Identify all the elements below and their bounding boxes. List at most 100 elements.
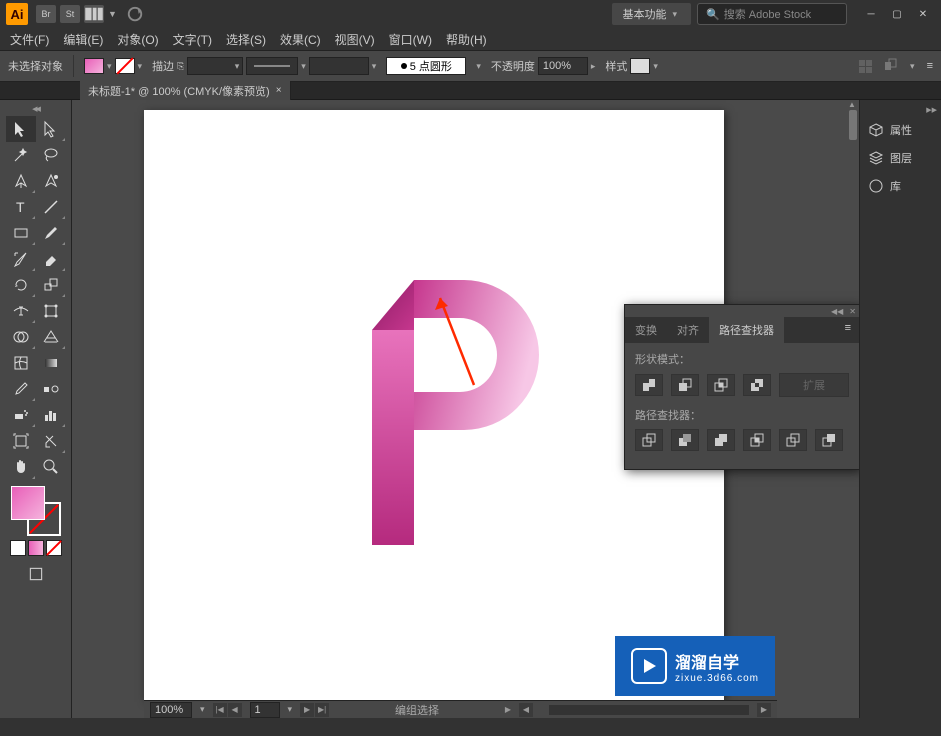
menu-window[interactable]: 窗口(W) <box>383 29 438 50</box>
expand-icon[interactable]: ▶▶ <box>860 106 941 116</box>
chevron-right-icon[interactable]: ▸ <box>591 61 596 72</box>
variable-width-dropdown[interactable]: 5 点圆形 <box>386 57 466 75</box>
horizontal-scrollbar[interactable] <box>549 705 749 715</box>
minimize-button[interactable]: ─ <box>859 6 883 22</box>
panel-menu-icon[interactable]: ≡ <box>837 317 859 343</box>
menu-edit[interactable]: 编辑(E) <box>57 29 109 50</box>
type-tool[interactable]: T <box>6 194 36 220</box>
canvas[interactable]: ▲ ◀◀ ✕ 变换 对齐 路径查找器 ≡ 形状模式： <box>72 100 859 718</box>
menu-file[interactable]: 文件(F) <box>4 29 55 50</box>
arrange-icon[interactable] <box>84 5 104 23</box>
panel-libraries[interactable]: 库 <box>860 172 941 200</box>
panel-layers[interactable]: 图层 <box>860 144 941 172</box>
minus-front-button[interactable] <box>671 374 699 396</box>
column-graph-tool[interactable] <box>36 402 66 428</box>
eyedropper-tool[interactable] <box>6 376 36 402</box>
artboard-tool[interactable] <box>6 428 36 454</box>
document-tab[interactable]: 未标题-1* @ 100% (CMYK/像素预览) × <box>80 81 291 101</box>
paintbrush-tool[interactable] <box>36 220 66 246</box>
stroke-weight-input[interactable]: ▾ <box>187 57 243 75</box>
last-artboard-button[interactable]: ▶| <box>315 703 329 717</box>
shape-builder-tool[interactable] <box>6 324 36 350</box>
curvature-tool[interactable] <box>36 168 66 194</box>
tab-transform[interactable]: 变换 <box>625 317 667 343</box>
next-artboard-button[interactable]: ▶ <box>300 703 314 717</box>
intersect-button[interactable] <box>707 374 735 396</box>
expand-button[interactable]: 扩展 <box>779 373 849 397</box>
direct-selection-tool[interactable] <box>36 116 66 142</box>
zoom-input[interactable] <box>150 702 192 718</box>
line-tool[interactable] <box>36 194 66 220</box>
scale-tool[interactable] <box>36 272 66 298</box>
panel-collapse-icon[interactable]: ◀◀ <box>831 307 843 316</box>
gradient-mode-icon[interactable] <box>28 540 44 556</box>
transform-icon[interactable] <box>884 58 898 75</box>
first-artboard-button[interactable]: |◀ <box>213 703 227 717</box>
artboard-number-input[interactable] <box>250 702 280 718</box>
magic-wand-tool[interactable] <box>6 142 36 168</box>
align-icon[interactable] <box>859 60 872 73</box>
perspective-grid-tool[interactable] <box>36 324 66 350</box>
color-mode-icon[interactable] <box>10 540 26 556</box>
zoom-tool[interactable] <box>36 454 66 480</box>
chevron-down-icon[interactable]: ▾ <box>107 61 112 72</box>
hand-tool[interactable] <box>6 454 36 480</box>
stroke-swatch[interactable] <box>115 58 135 74</box>
close-icon[interactable]: × <box>276 85 282 96</box>
pen-tool[interactable] <box>6 168 36 194</box>
link-icon[interactable]: ⎘ <box>177 61 184 72</box>
chevron-down-icon[interactable]: ▼ <box>108 9 117 19</box>
width-tool[interactable] <box>6 298 36 324</box>
symbol-sprayer-tool[interactable] <box>6 402 36 428</box>
merge-button[interactable] <box>707 429 735 451</box>
close-button[interactable]: ✕ <box>911 6 935 22</box>
selection-tool[interactable] <box>6 116 36 142</box>
shaper-tool[interactable] <box>6 246 36 272</box>
scroll-right-button[interactable]: ▶ <box>757 703 771 717</box>
bridge-icon[interactable]: Br <box>36 5 56 23</box>
outline-button[interactable] <box>779 429 807 451</box>
rotate-tool[interactable] <box>6 272 36 298</box>
slice-tool[interactable] <box>36 428 66 454</box>
fill-color[interactable] <box>11 486 45 520</box>
crop-button[interactable] <box>743 429 771 451</box>
workspace-dropdown[interactable]: 基本功能▾ <box>612 3 691 25</box>
exclude-button[interactable] <box>743 374 771 396</box>
chevron-down-icon[interactable]: ▾ <box>138 61 143 72</box>
brush-def-dropdown[interactable] <box>309 57 369 75</box>
options-menu-icon[interactable]: ≡ <box>927 60 933 72</box>
minus-back-button[interactable] <box>815 429 843 451</box>
collapse-icon[interactable]: ◀◀ <box>0 104 71 114</box>
free-transform-tool[interactable] <box>36 298 66 324</box>
tab-pathfinder[interactable]: 路径查找器 <box>709 317 784 343</box>
fill-stroke-control[interactable] <box>11 486 61 536</box>
menu-select[interactable]: 选择(S) <box>220 29 272 50</box>
opacity-input[interactable] <box>538 57 588 75</box>
none-mode-icon[interactable] <box>46 540 62 556</box>
panel-close-icon[interactable]: ✕ <box>849 307 856 316</box>
menu-object[interactable]: 对象(O) <box>111 29 164 50</box>
fill-swatch[interactable] <box>84 58 104 74</box>
eraser-tool[interactable] <box>36 246 66 272</box>
rectangle-tool[interactable] <box>6 220 36 246</box>
menu-help[interactable]: 帮助(H) <box>440 29 493 50</box>
divide-button[interactable] <box>635 429 663 451</box>
mesh-tool[interactable] <box>6 350 36 376</box>
gradient-tool[interactable] <box>36 350 66 376</box>
prev-artboard-button[interactable]: ◀ <box>228 703 242 717</box>
menu-view[interactable]: 视图(V) <box>329 29 381 50</box>
chevron-right-icon[interactable]: ▶ <box>505 705 511 714</box>
maximize-button[interactable]: ▢ <box>885 6 909 22</box>
unite-button[interactable] <box>635 374 663 396</box>
stock-icon[interactable]: St <box>60 5 80 23</box>
sync-icon[interactable] <box>125 5 145 23</box>
search-input[interactable]: 🔍 搜索 Adobe Stock <box>697 3 847 25</box>
menu-effect[interactable]: 效果(C) <box>274 29 327 50</box>
graphic-style-swatch[interactable] <box>630 58 650 74</box>
trim-button[interactable] <box>671 429 699 451</box>
blend-tool[interactable] <box>36 376 66 402</box>
menu-type[interactable]: 文字(T) <box>167 29 218 50</box>
panel-properties[interactable]: 属性 <box>860 116 941 144</box>
tab-align[interactable]: 对齐 <box>667 317 709 343</box>
draw-normal-icon[interactable] <box>26 564 46 584</box>
